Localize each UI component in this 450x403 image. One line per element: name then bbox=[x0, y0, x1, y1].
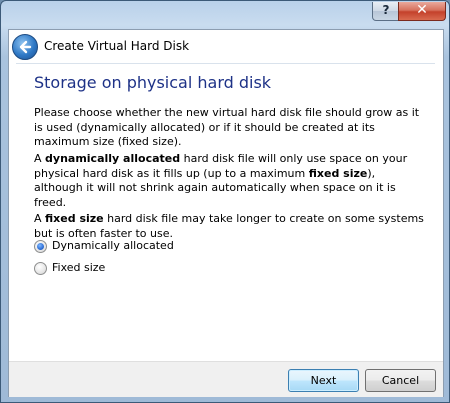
fixed-description: A fixed size hard disk file may take lon… bbox=[34, 212, 424, 240]
cancel-button[interactable]: Cancel bbox=[365, 369, 436, 392]
close-button[interactable]: ✕ bbox=[398, 2, 446, 21]
back-arrow-icon bbox=[19, 40, 32, 54]
create-virtual-hard-disk-window: ? ✕ Create Virtual Hard Disk Storage on … bbox=[0, 0, 450, 403]
dialog-content: Create Virtual Hard Disk Storage on phys… bbox=[8, 29, 444, 397]
intro-text: Please choose whether the new virtual ha… bbox=[34, 106, 420, 148]
back-button[interactable] bbox=[12, 34, 38, 60]
help-button[interactable]: ? bbox=[372, 2, 400, 21]
radio-button[interactable] bbox=[34, 262, 47, 275]
dynamic-term: dynamically allocated bbox=[45, 152, 181, 165]
next-button[interactable]: Next bbox=[288, 369, 359, 392]
radio-button-selected[interactable] bbox=[34, 240, 47, 253]
dialog-header: Create Virtual Hard Disk bbox=[9, 30, 443, 63]
wizard-page: Storage on physical hard disk Please cho… bbox=[16, 63, 435, 378]
dialog-title: Create Virtual Hard Disk bbox=[44, 39, 190, 53]
fixed-size-term: fixed size bbox=[308, 166, 368, 180]
button-bar: Next Cancel bbox=[9, 361, 443, 397]
title-bar[interactable]: ? ✕ bbox=[1, 1, 449, 29]
option-label: Fixed size bbox=[52, 261, 106, 274]
dynamic-description: A dynamically allocated hard disk file w… bbox=[34, 152, 408, 209]
fixed-term: fixed size bbox=[45, 212, 104, 225]
option-label: Dynamically allocated bbox=[52, 239, 174, 252]
page-heading: Storage on physical hard disk bbox=[34, 73, 272, 92]
